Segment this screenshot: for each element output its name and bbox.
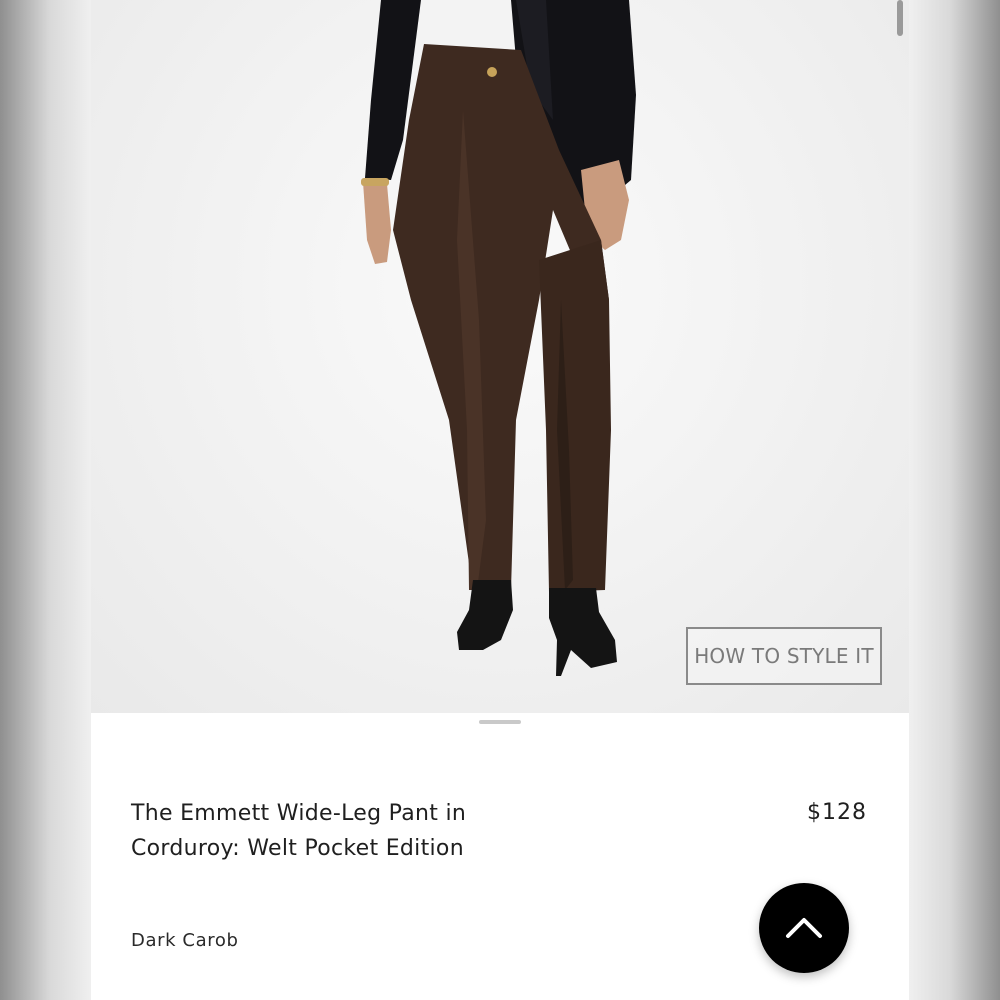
sheet-drag-handle[interactable] <box>479 720 521 724</box>
product-title: The Emmett Wide-Leg Pant in Corduroy: We… <box>131 796 551 866</box>
model-photo <box>361 0 636 676</box>
chevron-up-icon <box>786 918 822 938</box>
product-page: HOW TO STYLE IT The Emmett Wide-Leg Pant… <box>91 0 909 1000</box>
product-price: $128 <box>807 800 867 825</box>
product-image[interactable] <box>91 0 909 713</box>
how-to-style-it-button[interactable]: HOW TO STYLE IT <box>686 627 882 685</box>
how-to-style-it-label: HOW TO STYLE IT <box>694 644 874 668</box>
selected-color-name: Dark Carob <box>131 930 239 951</box>
product-title-line2: Corduroy: Welt Pocket Edition <box>131 836 464 861</box>
product-title-line1: The Emmett Wide-Leg Pant in <box>131 801 467 826</box>
back-to-top-button[interactable] <box>759 883 849 973</box>
scrollbar[interactable] <box>897 0 903 36</box>
